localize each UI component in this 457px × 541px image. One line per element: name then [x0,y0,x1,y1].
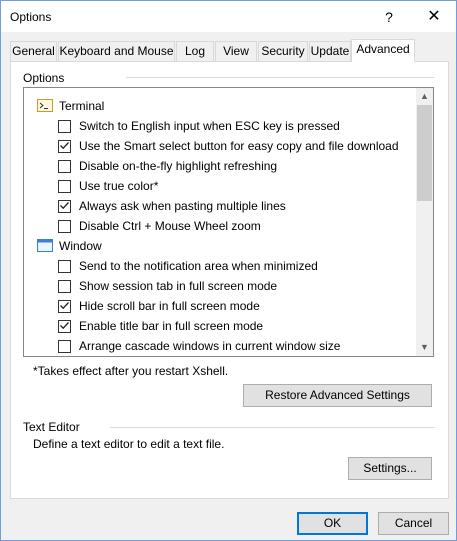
text-editor-description: Define a text editor to edit a text file… [33,437,225,451]
tab-advanced[interactable]: Advanced [351,39,415,62]
category-window: Window [24,236,414,256]
cancel-button[interactable]: Cancel [378,512,449,535]
settings-button[interactable]: Settings... [348,457,432,480]
list-item[interactable]: Disable on-the-fly highlight refreshing [24,156,414,176]
checkbox[interactable] [58,200,71,213]
category-label: Window [59,239,102,253]
item-label: Hide scroll bar in full screen mode [79,299,260,313]
tab-log[interactable]: Log [176,41,214,61]
item-label: Show session tab in full screen mode [79,279,278,293]
window-title: Options [10,10,52,24]
list-item[interactable]: Hide scroll bar in full screen mode [24,296,414,316]
checkbox[interactable] [58,260,71,273]
options-listbox[interactable]: Terminal Switch to English input when ES… [23,87,434,357]
item-label: Use true color* [79,179,159,193]
scroll-down-arrow-icon[interactable]: ▼ [416,339,433,356]
close-button[interactable]: ✕ [414,5,454,29]
tab-security[interactable]: Security [258,41,308,61]
tab-general[interactable]: General [10,41,57,61]
options-dialog: Options ? ✕ General Keyboard and Mouse L… [0,0,457,541]
item-label: Arrange cascade windows in current windo… [79,339,341,353]
tab-keyboard-and-mouse[interactable]: Keyboard and Mouse [58,41,175,61]
list-item[interactable]: Enable title bar in full screen mode [24,316,414,336]
item-label: Switch to English input when ESC key is … [79,119,340,133]
item-label: Disable Ctrl + Mouse Wheel zoom [79,219,261,233]
checkbox[interactable] [58,140,71,153]
window-icon [37,239,53,252]
list-item[interactable]: Arrange cascade windows in current windo… [24,336,414,356]
item-label: Enable title bar in full screen mode [79,319,264,333]
check-icon [60,142,69,150]
check-icon [60,202,69,210]
checkbox[interactable] [58,160,71,173]
checkbox[interactable] [58,340,71,353]
item-label: Disable on-the-fly highlight refreshing [79,159,278,173]
tab-view[interactable]: View [215,41,257,61]
options-group-divider [126,77,435,78]
scrollbar-thumb[interactable] [417,105,432,201]
list-item[interactable]: Disable Ctrl + Mouse Wheel zoom [24,216,414,236]
category-terminal: Terminal [24,96,414,116]
item-label: Use the Smart select button for easy cop… [79,139,399,153]
checkbox[interactable] [58,120,71,133]
scroll-up-arrow-icon[interactable]: ▲ [416,88,433,105]
list-item[interactable]: Always ask when pasting multiple lines [24,196,414,216]
list-item[interactable]: Use true color* [24,176,414,196]
list-item[interactable]: Show session tab in full screen mode [24,276,414,296]
checkbox[interactable] [58,300,71,313]
title-bar: Options ? ✕ [1,1,456,32]
list-item[interactable]: Use the Smart select button for easy cop… [24,136,414,156]
terminal-icon [37,99,53,112]
item-label: Always ask when pasting multiple lines [79,199,286,213]
list-item[interactable]: Send to the notification area when minim… [24,256,414,276]
item-label: Send to the notification area when minim… [79,259,318,273]
restore-advanced-settings-button[interactable]: Restore Advanced Settings [243,384,432,407]
help-button[interactable]: ? [369,5,409,29]
text-editor-group-label: Text Editor [23,420,84,434]
options-group-label: Options [23,71,69,85]
category-label: Terminal [59,99,105,113]
restart-note: *Takes effect after you restart Xshell. [33,364,229,378]
checkbox[interactable] [58,280,71,293]
check-icon [60,322,69,330]
checkbox[interactable] [58,320,71,333]
tab-update[interactable]: Update [309,41,351,61]
checkbox[interactable] [58,220,71,233]
check-icon [60,302,69,310]
vertical-scrollbar[interactable]: ▲ ▼ [416,88,433,356]
text-editor-group-divider [110,427,435,428]
tab-strip: General Keyboard and Mouse Log View Secu… [10,39,450,62]
list-item[interactable]: Switch to English input when ESC key is … [24,116,414,136]
ok-button[interactable]: OK [297,512,368,535]
checkbox[interactable] [58,180,71,193]
